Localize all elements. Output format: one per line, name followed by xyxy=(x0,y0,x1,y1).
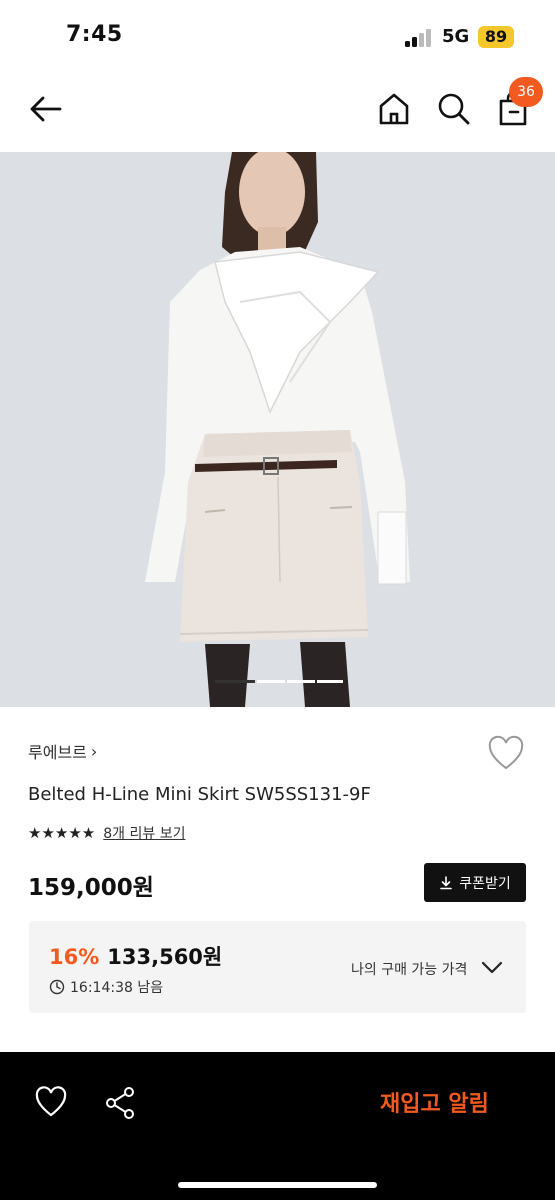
bottom-action-bar: 재입고 알림 xyxy=(0,1052,555,1200)
countdown-row: 16:14:38 남음 xyxy=(49,977,163,997)
star-rating: ★★★★★ xyxy=(28,824,96,842)
product-image[interactable] xyxy=(0,152,555,707)
status-bar: 7:45 5G 89 xyxy=(0,0,555,72)
signal-icon xyxy=(405,29,435,47)
carousel-dot xyxy=(317,680,343,683)
home-indicator xyxy=(178,1182,377,1188)
product-photo-illustration xyxy=(0,152,555,707)
network-type: 5G xyxy=(442,26,470,47)
carousel-dot xyxy=(287,680,315,683)
search-icon[interactable] xyxy=(436,91,472,127)
chevron-right-icon: › xyxy=(90,741,98,761)
carousel-dot-active xyxy=(215,680,255,683)
review-link[interactable]: 8개 리뷰 보기 xyxy=(103,823,185,843)
product-title: Belted H-Line Mini Skirt SW5SS131-9F xyxy=(28,784,371,805)
discounted-price: 133,560원 xyxy=(107,945,223,969)
rating-row: ★★★★★ 8개 리뷰 보기 xyxy=(28,822,185,844)
brand-name: 루에브르 xyxy=(28,743,87,762)
battery-badge: 89 xyxy=(478,26,514,48)
countdown-text: 16:14:38 남음 xyxy=(70,980,164,996)
deal-price-line: 16% 133,560원 xyxy=(49,941,222,971)
coupon-button[interactable]: 쿠폰받기 xyxy=(424,863,526,902)
heart-icon[interactable] xyxy=(487,735,525,771)
status-time: 7:45 xyxy=(66,22,123,47)
back-arrow-icon[interactable] xyxy=(28,91,64,127)
share-icon[interactable] xyxy=(104,1086,136,1120)
deal-panel[interactable]: 16% 133,560원 16:14:38 남음 나의 구매 가능 가격 xyxy=(29,921,526,1013)
cart-count-badge: 36 xyxy=(509,77,543,107)
download-icon xyxy=(440,875,453,889)
clock-icon xyxy=(49,979,65,995)
home-icon[interactable] xyxy=(377,91,411,127)
top-nav xyxy=(0,72,555,152)
product-price: 159,000원 xyxy=(28,875,154,901)
chevron-down-icon[interactable] xyxy=(481,959,503,977)
carousel-indicator xyxy=(215,680,343,683)
my-price-label: 나의 구매 가능 가격 xyxy=(351,962,468,978)
brand-link[interactable]: 루에브르 › xyxy=(28,738,97,764)
carousel-dot xyxy=(257,680,285,683)
heart-icon[interactable] xyxy=(34,1086,68,1118)
discount-percent: 16% xyxy=(49,945,100,969)
restock-alert-button[interactable]: 재입고 알림 xyxy=(380,1086,489,1118)
coupon-button-label: 쿠폰받기 xyxy=(459,875,511,892)
